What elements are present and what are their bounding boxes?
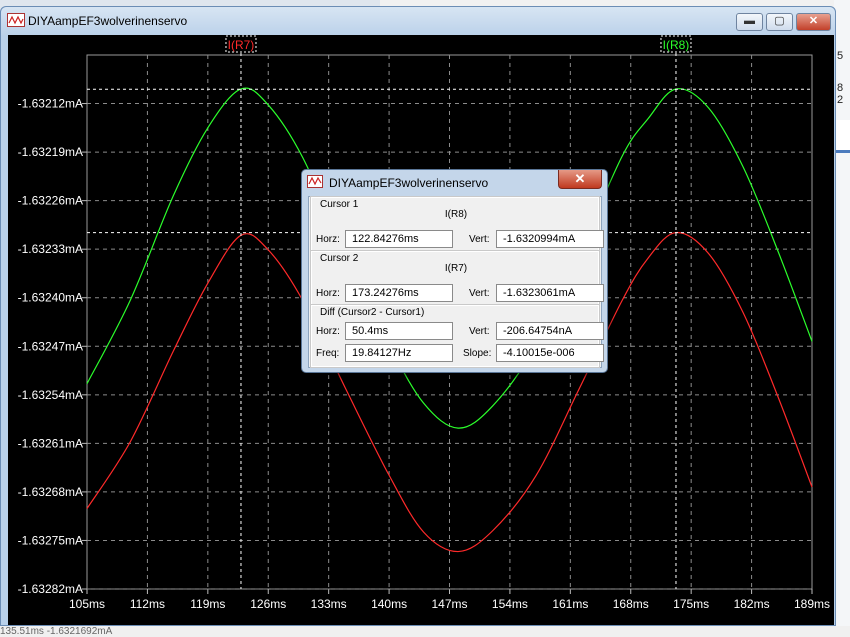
x-tick-label: 154ms xyxy=(492,597,528,611)
cursor1-vert-field[interactable]: -1.6320994mA xyxy=(496,230,604,248)
cursor1-trace: I(R8) xyxy=(444,209,468,220)
cursor2-horz-label: Horz: xyxy=(316,288,340,299)
minimize-icon: ▬ xyxy=(744,15,755,27)
cursor1-horz-label: Horz: xyxy=(316,234,340,245)
y-tick-label: -1.63282mA xyxy=(18,582,83,596)
background-app-edge: 5 8 2 xyxy=(834,0,850,637)
diff-vert-field[interactable]: -206.64754nA xyxy=(496,322,604,340)
plot-window-titlebar[interactable]: DIYAampEF3wolverinenservo ▬ ▢ ✕ xyxy=(1,7,835,35)
x-tick-label: 182ms xyxy=(734,597,770,611)
y-tick-label: -1.63254mA xyxy=(18,388,83,402)
trace-label: I(R7) xyxy=(228,38,255,52)
y-tick-label: -1.63240mA xyxy=(18,291,83,305)
x-tick-label: 112ms xyxy=(130,597,165,611)
diff-freq-label: Freq: xyxy=(316,348,340,359)
diff-freq-field[interactable]: 19.84127Hz xyxy=(345,344,453,362)
trace-label: I(R8) xyxy=(663,38,690,52)
x-tick-label: 140ms xyxy=(371,597,407,611)
close-icon: ✕ xyxy=(574,171,586,186)
cursor-dialog-close-button[interactable]: ✕ xyxy=(558,170,602,189)
waveform-app-icon xyxy=(307,175,323,188)
background-panel xyxy=(834,120,850,150)
background-divider xyxy=(834,150,850,153)
x-tick-label: 126ms xyxy=(250,597,286,611)
background-text: 8 xyxy=(837,82,844,94)
x-tick-label: 189ms xyxy=(794,597,830,611)
cursor-dialog-titlebar[interactable]: DIYAampEF3wolverinenservo ✕ xyxy=(302,170,607,194)
close-button[interactable]: ✕ xyxy=(796,13,831,31)
x-tick-label: 168ms xyxy=(613,597,649,611)
maximize-icon: ▢ xyxy=(774,15,785,27)
status-text: 135.51ms -1.6321692mA xyxy=(0,626,113,637)
cursor-dialog: DIYAampEF3wolverinenservo ✕ Cursor 1 I(R… xyxy=(301,169,608,373)
waveform-app-icon xyxy=(7,13,25,27)
background-text: 5 xyxy=(837,50,844,62)
x-tick-label: 105ms xyxy=(69,597,105,611)
minimize-button[interactable]: ▬ xyxy=(736,13,763,31)
diff-slope-field[interactable]: -4.10015e-006 xyxy=(496,344,604,362)
cursor2-vert-field[interactable]: -1.6323061mA xyxy=(496,284,604,302)
window-title: DIYAampEF3wolverinenservo xyxy=(28,14,188,28)
diff-horz-label: Horz: xyxy=(316,326,340,337)
x-tick-label: 175ms xyxy=(673,597,709,611)
cursor1-vert-label: Vert: xyxy=(469,234,490,245)
x-tick-label: 147ms xyxy=(431,597,467,611)
x-tick-label: 161ms xyxy=(552,597,588,611)
x-tick-label: 133ms xyxy=(311,597,347,611)
diff-vert-label: Vert: xyxy=(469,326,490,337)
y-tick-label: -1.63219mA xyxy=(18,145,83,159)
cursor2-trace: I(R7) xyxy=(444,263,468,274)
cursor2-group: Cursor 2 I(R7) Horz: 173.24276ms Vert: -… xyxy=(310,250,604,306)
x-tick-label: 119ms xyxy=(190,597,225,611)
cursor2-horz-field[interactable]: 173.24276ms xyxy=(345,284,453,302)
y-tick-label: -1.63233mA xyxy=(18,242,83,256)
close-icon: ✕ xyxy=(808,15,819,27)
y-tick-label: -1.63261mA xyxy=(18,436,83,450)
cursor2-vert-label: Vert: xyxy=(469,288,490,299)
diff-heading: Diff (Cursor2 - Cursor1) xyxy=(320,307,425,318)
diff-horz-field[interactable]: 50.4ms xyxy=(345,322,453,340)
y-tick-label: -1.63247mA xyxy=(18,339,83,353)
diff-slope-label: Slope: xyxy=(463,348,492,359)
diff-group: Diff (Cursor2 - Cursor1) Horz: 50.4ms Ve… xyxy=(310,304,604,368)
y-tick-label: -1.63275mA xyxy=(18,533,83,547)
maximize-button[interactable]: ▢ xyxy=(766,13,793,31)
background-text: 2 xyxy=(837,94,844,106)
y-tick-label: -1.63226mA xyxy=(18,194,83,208)
y-tick-label: -1.63268mA xyxy=(18,485,83,499)
cursor1-horz-field[interactable]: 122.84276ms xyxy=(345,230,453,248)
y-tick-label: -1.63212mA xyxy=(18,97,83,111)
cursor-dialog-body: Cursor 1 I(R8) Horz: 122.84276ms Vert: -… xyxy=(308,196,604,368)
cursor-dialog-title: DIYAampEF3wolverinenservo xyxy=(329,176,489,190)
cursor1-group: Cursor 1 I(R8) Horz: 122.84276ms Vert: -… xyxy=(310,196,604,252)
status-bar: 135.51ms -1.6321692mA xyxy=(0,626,850,637)
